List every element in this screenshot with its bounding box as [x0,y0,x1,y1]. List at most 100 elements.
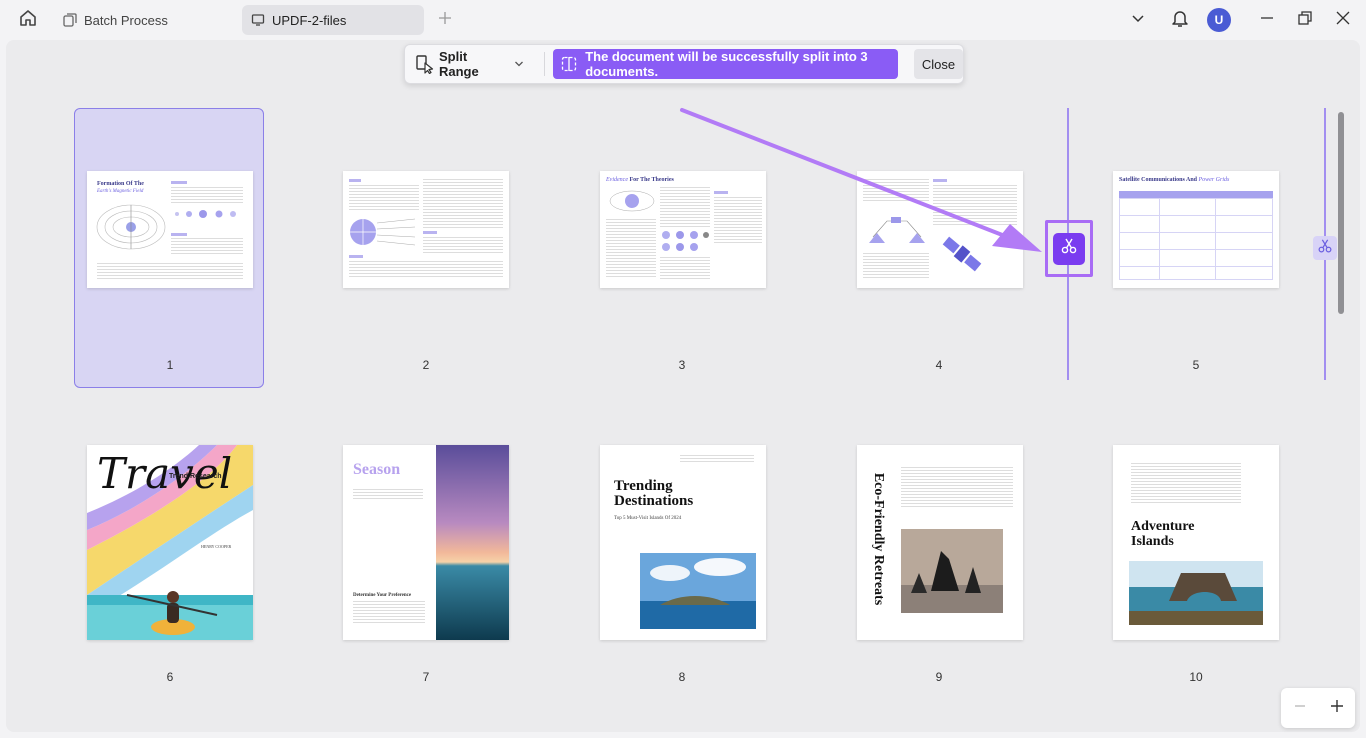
zoom-out-button[interactable] [1293,699,1307,718]
tab-label: Batch Process [84,12,168,28]
planet-row [175,210,236,218]
thumb-table-divider [1215,198,1216,280]
page-number-6: 6 [166,670,174,684]
thumb-title: Formation Of The [97,181,144,187]
split-page-icon [561,56,577,72]
cover-author: HENRY COOPER [201,544,232,549]
cover-title: Adventure Islands [1131,519,1195,549]
cover-subtitle: Top 5 Must-Visit Islands Of 2024 [614,516,682,521]
page-thumbnail-1[interactable]: Formation Of The Earth's Magnetic Field [87,171,253,288]
page-number-9: 9 [935,670,943,684]
thumb-heading-bar [423,231,437,234]
thumb-title: Satellite Communications And Power Grids [1119,177,1229,183]
dropdown-button[interactable] [1126,6,1150,34]
split-toolbar: Split Range The document will be success… [404,44,964,84]
page-number-10: 10 [1189,670,1203,684]
thumb-text-lines [171,238,243,254]
thumb-text-lines [901,467,1013,509]
island-photo [640,553,756,629]
thumb-heading-bar [349,255,363,258]
batch-icon [62,12,78,28]
thumb-subtitle: Earth's Magnetic Field [97,189,144,194]
page-number-8: 8 [678,670,686,684]
minimize-button[interactable] [1254,6,1280,34]
thumb-text-lines [97,263,243,279]
page-thumbnail-5[interactable]: Satellite Communications And Power Grids [1113,171,1279,288]
split-message-text: The document will be successfully split … [585,49,868,79]
chevron-down-icon [1131,11,1145,29]
page-number-2: 2 [422,358,430,372]
close-button[interactable]: Close [914,49,964,79]
thumb-text-lines [353,489,423,499]
new-tab-button[interactable] [432,8,458,32]
tab-document[interactable]: UPDF-2-files [242,5,424,35]
cover-title: Season [353,461,401,478]
orbit-diagram [609,190,655,212]
restore-button[interactable] [1292,6,1318,34]
thumb-text-lines [606,219,656,279]
plus-icon [1330,699,1343,712]
home-icon [18,8,38,33]
thumb-title-part-a: Evidence [606,177,628,183]
page-thumbnail-9[interactable]: Eco-Friendly Retreats [857,445,1023,640]
thumb-text-lines [171,187,243,205]
tab-label: UPDF-2-files [272,12,347,28]
split-here-button[interactable] [1053,232,1085,265]
document-icon [250,12,266,28]
split-here-button-highlight[interactable] [1045,220,1093,277]
sea-arch-photo [1129,561,1263,625]
page-number-5: 5 [1192,358,1200,372]
page-thumbnail-7[interactable]: Season Determine Your Preference [343,445,509,640]
earth-diagram [350,218,416,246]
split-point-button[interactable] [1313,236,1337,260]
cover-subtitle: Trend Research [169,473,222,480]
split-range-dropdown[interactable]: Split Range [415,49,530,79]
page-thumbnail-2[interactable] [343,171,509,288]
thumb-table-header [1119,191,1273,198]
page-number-1: 1 [166,358,174,372]
close-window-button[interactable] [1330,6,1356,34]
page-number-4: 4 [935,358,943,372]
thumb-text-lines [349,261,503,279]
thumb-heading-bar [171,181,187,184]
annotation-arrow [680,108,1042,252]
thumb-table-divider [1159,198,1160,280]
home-button[interactable] [12,6,44,34]
tab-batch-process[interactable]: Batch Process [54,5,238,35]
page-thumbnail-10[interactable]: Adventure Islands [1113,445,1279,640]
thumb-text-lines [1131,463,1241,505]
magnetic-field-diagram [96,204,166,250]
cover-title: Eco-Friendly Retreats [871,472,886,606]
thumb-text-lines [353,601,425,625]
toolbar-divider [544,52,546,76]
page-thumbnail-6[interactable]: Travel Trend Research HENRY COOPER [87,445,253,640]
avatar: U [1207,8,1231,32]
split-range-label: Split Range [439,49,479,79]
thumb-title-part-b: Power Grids [1198,177,1230,183]
vertical-scrollbar[interactable] [1338,112,1344,314]
user-avatar-button[interactable]: U [1206,6,1232,34]
cover-title: Trending Destinations [614,478,694,509]
page-thumbnail-8[interactable]: Trending Destinations Top 5 Must-Visit I… [600,445,766,640]
zoom-in-button[interactable] [1330,699,1344,718]
thumb-heading-bar [349,179,361,182]
scissors-icon [1060,237,1078,260]
thumb-title-part-a: Satellite Communications And [1119,177,1198,183]
close-icon [1336,11,1350,30]
thumb-title: Evidence For The Theories [606,177,674,183]
thumb-text-lines [660,257,710,279]
sea-stacks-photo [901,529,1003,613]
sunset-ocean-photo [436,445,509,640]
restore-icon [1298,10,1312,30]
plus-icon [438,11,452,30]
thumb-title-part-b: For The Theories [629,177,674,183]
chevron-down-icon [514,60,524,68]
title-bar: Batch Process UPDF-2-files U [0,0,1366,40]
scissors-icon [1317,238,1333,259]
minimize-icon [1260,11,1274,30]
split-cursor-icon [415,54,435,74]
page-number-3: 3 [678,358,686,372]
notifications-button[interactable] [1166,6,1194,34]
thumb-table-body [1119,198,1273,280]
thumb-heading: Determine Your Preference [353,593,412,598]
